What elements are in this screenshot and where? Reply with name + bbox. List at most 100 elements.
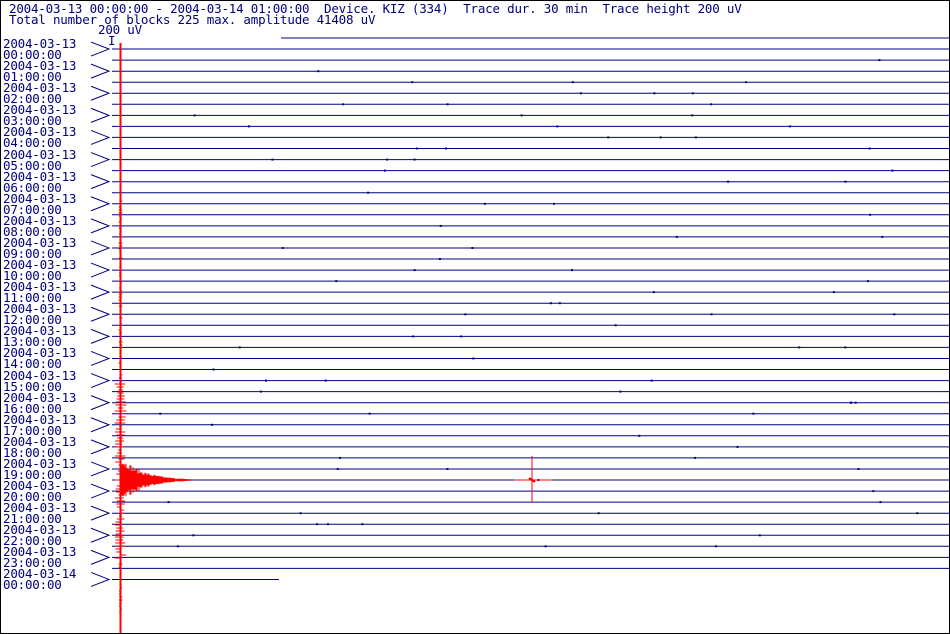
noise-blip [544, 545, 547, 548]
noise-blip [367, 191, 370, 194]
noise-blip [872, 490, 875, 493]
noise-blip [335, 280, 338, 283]
hour-arrow [90, 549, 111, 565]
noise-blip [691, 114, 694, 117]
noise-blip [869, 213, 872, 216]
noise-blip [327, 523, 329, 526]
noise-blip [727, 180, 730, 183]
noise-blip [745, 81, 748, 84]
noise-blip [614, 324, 617, 327]
noise-blip [691, 92, 694, 95]
noise-blip [710, 103, 713, 106]
noise-blip [176, 545, 179, 548]
noise-blip [167, 501, 170, 504]
noise-blip [193, 114, 196, 117]
noise-blip [416, 147, 418, 150]
noise-blip [212, 368, 215, 371]
noise-blip [342, 103, 345, 106]
noise-blip [471, 247, 474, 249]
noise-blip [715, 545, 718, 548]
noise-blip [368, 412, 371, 415]
noise-blip [438, 258, 441, 260]
noise-blip [752, 412, 755, 415]
seismogram-plot [90, 37, 949, 633]
hour-arrow [90, 395, 111, 411]
noise-blip [259, 390, 262, 393]
noise-blip [850, 401, 853, 404]
noise-blip [317, 70, 320, 73]
noise-blip [652, 291, 655, 294]
noise-blip [445, 147, 448, 150]
noise-blip [694, 136, 697, 139]
noise-blip [316, 523, 319, 526]
noise-blip [844, 346, 847, 349]
noise-blip [413, 158, 416, 161]
noise-blip [411, 81, 414, 84]
helicorder-canvas: 2004-03-13 00:00:00 - 2004-03-14 01:00:0… [0, 0, 950, 634]
hour-label-time: 00:00:00 [3, 577, 62, 593]
hour-arrow [90, 306, 111, 322]
noise-blip [650, 379, 653, 382]
noise-blip [638, 434, 641, 437]
noise-blip [339, 456, 342, 459]
noise-blip [881, 235, 884, 238]
noise-blip [383, 169, 386, 172]
hour-arrow [90, 129, 111, 145]
noise-blip [460, 335, 463, 338]
noise-blip [281, 247, 284, 249]
hour-arrow [90, 85, 111, 101]
noise-blip [265, 379, 267, 382]
noise-blip [386, 158, 389, 161]
noise-blip [439, 224, 442, 227]
noise-blip [868, 147, 871, 150]
noise-blip [413, 269, 416, 272]
noise-blip [412, 335, 415, 338]
noise-blip [788, 125, 791, 128]
noise-blip [857, 468, 860, 470]
noise-blip [324, 379, 327, 382]
noise-blip [159, 412, 162, 415]
noise-blip [659, 136, 662, 139]
hour-arrow [90, 328, 111, 344]
noise-blip [607, 136, 610, 139]
hour-arrow [90, 527, 111, 543]
noise-blip [248, 125, 250, 128]
noise-blip [879, 501, 882, 504]
hour-arrow [90, 262, 111, 278]
noise-blip [619, 390, 622, 393]
noise-blip [553, 202, 555, 205]
hour-arrow [90, 350, 111, 366]
noise-blip [571, 269, 573, 272]
noise-blip [483, 202, 486, 205]
noise-blip [710, 313, 713, 316]
noise-blip [271, 158, 274, 161]
noise-blip [844, 180, 847, 183]
hour-arrow [90, 461, 111, 477]
noise-blip [211, 423, 214, 426]
hour-arrow [90, 107, 111, 123]
noise-blip [571, 81, 574, 84]
noise-blip [361, 523, 364, 526]
hour-arrow [90, 439, 111, 455]
noise-blip [653, 92, 656, 95]
hour-arrow [90, 240, 111, 256]
noise-blip [867, 280, 870, 283]
hour-arrow [90, 63, 111, 79]
noise-blip [299, 512, 302, 515]
hour-arrow [90, 41, 111, 57]
noise-blip [549, 302, 552, 305]
hour-arrow [90, 218, 111, 234]
noise-blip [916, 512, 919, 515]
noise-blip [891, 169, 894, 172]
noise-blip [893, 313, 896, 316]
noise-blip [464, 313, 467, 316]
noise-blip [758, 534, 761, 537]
hour-arrow [90, 417, 111, 433]
noise-blip [854, 401, 857, 404]
hour-arrow [90, 196, 111, 212]
noise-blip [446, 103, 449, 106]
hour-arrow [90, 284, 111, 300]
noise-blip [446, 468, 449, 470]
noise-blip [472, 357, 475, 360]
noise-blip [694, 456, 697, 459]
